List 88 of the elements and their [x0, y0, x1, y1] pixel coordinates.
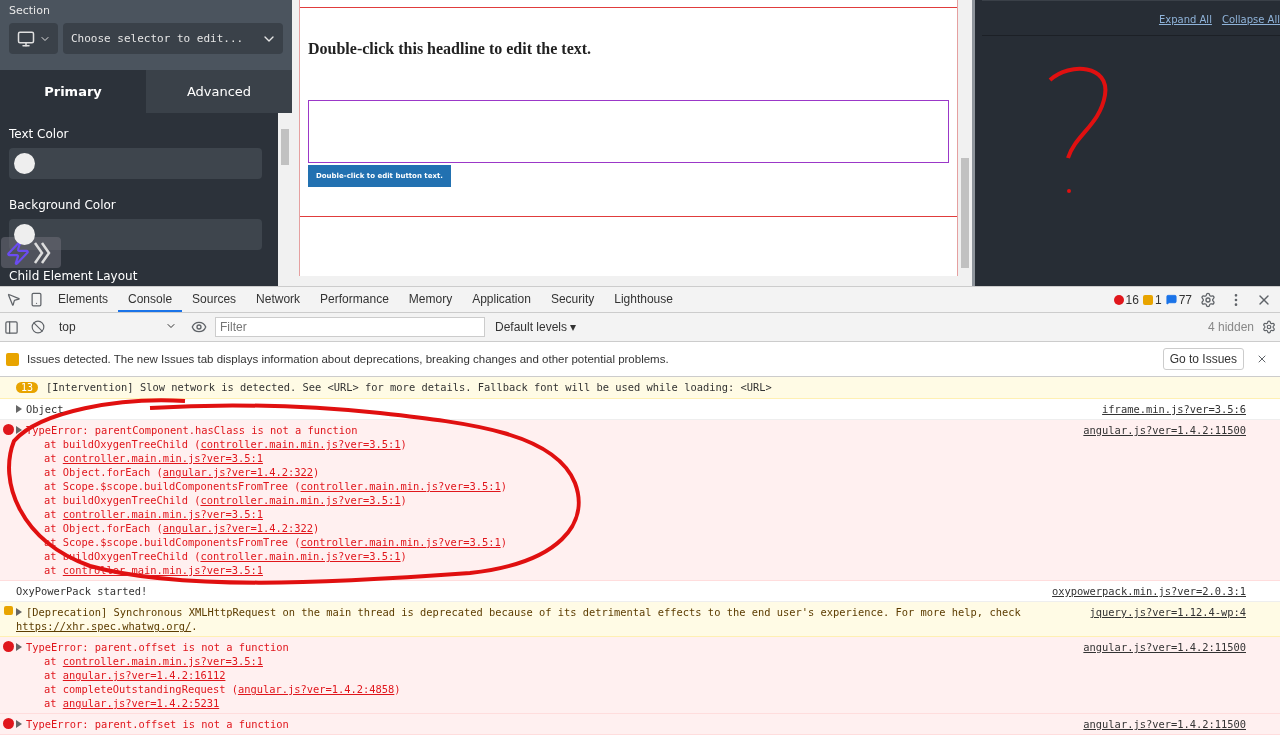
source-link[interactable]: controller.main.min.js?ver=3.5:1	[300, 480, 501, 492]
devtools-tab[interactable]: Sources	[182, 287, 247, 312]
error-icon	[1113, 294, 1124, 305]
message-text: [Intervention] Slow network is detected. See <URL> for more details. Fallback font will be used while loading: <URL>	[46, 381, 772, 393]
source-link[interactable]: controller.main.min.js?ver=3.5:1	[300, 536, 501, 548]
source-link[interactable]: angular.js?ver=1.4.2:4858	[237, 683, 395, 695]
field-label: Background Color	[9, 198, 117, 213]
scrollbar-thumb[interactable]	[281, 129, 289, 165]
source-link[interactable]: angular.js?ver=1.4.2:5231	[62, 697, 220, 709]
empty-container[interactable]	[308, 100, 949, 163]
stack-frame: at Object.forEach (angular.js?ver=1.4.2:322)	[16, 521, 1072, 535]
headline[interactable]: Double-click this headline to edit the text.	[308, 40, 949, 58]
source-link[interactable]: oxypowerpack.min.js?ver=2.0.3:1	[1052, 585, 1246, 597]
issues-text: Issues detected. The new Issues tab displays information about deprecations, breaking changes and other potential problems.	[27, 353, 669, 365]
warning-icon	[6, 352, 19, 366]
expand-icon[interactable]	[16, 608, 22, 616]
devtools-tab[interactable]: Elements	[48, 287, 119, 312]
stack-frame: at angular.js?ver=1.4.2:5231	[16, 696, 1072, 710]
color-field[interactable]	[9, 219, 262, 250]
devtools-tab[interactable]: Memory	[398, 287, 463, 312]
message-text: TypeError: parent.offset is not a function	[26, 718, 289, 730]
expand-icon[interactable]	[16, 643, 22, 651]
color-swatch[interactable]	[14, 153, 35, 174]
color-field[interactable]	[9, 148, 262, 179]
devtools-tab[interactable]: Performance	[310, 287, 399, 312]
expand-icon[interactable]	[16, 720, 22, 728]
error-count[interactable]: 16	[1125, 292, 1139, 307]
source-link[interactable]: angular.js?ver=1.4.2:11500	[1083, 718, 1246, 730]
devtools-tab[interactable]: Lighthouse	[604, 287, 683, 312]
source-link[interactable]: controller.main.min.js?ver=3.5:1	[62, 655, 263, 667]
stack-frame: at completeOutstandingRequest (angular.js?ver=1.4.2:4858)	[16, 682, 1072, 696]
source-link[interactable]: angular.js?ver=1.4.2:16112	[62, 669, 226, 681]
message-link[interactable]: https://xhr.spec.whatwg.org/	[16, 620, 192, 632]
source-link[interactable]: controller.main.min.js?ver=3.5:1	[62, 452, 263, 464]
source-link[interactable]: angular.js?ver=1.4.2:11500	[1083, 424, 1246, 436]
warning-icon	[1142, 294, 1153, 305]
scrollbar-thumb[interactable]	[961, 158, 969, 268]
stack-frame: at controller.main.min.js?ver=3.5:1	[16, 654, 1072, 668]
stack-frame: at angular.js?ver=1.4.2:16112	[16, 668, 1072, 682]
source-link[interactable]: angular.js?ver=1.4.2:11500	[1083, 641, 1246, 653]
field-label: Text Color	[9, 127, 70, 142]
source-link[interactable]: controller.main.min.js?ver=3.5:1	[200, 494, 401, 506]
error-icon	[2, 641, 14, 652]
message-text: https://xhr.spec.whatwg.org/.	[16, 620, 198, 632]
floating-widget[interactable]	[1, 237, 61, 268]
warning-icon	[3, 606, 13, 615]
monitor-icon	[16, 29, 35, 48]
error-icon	[2, 718, 14, 729]
stack-frame: at controller.main.min.js?ver=3.5:1	[16, 507, 1072, 521]
structure-link[interactable]: Expand All	[1158, 13, 1212, 25]
warning-count[interactable]: 1	[1154, 292, 1162, 307]
message-text: [Deprecation] Synchronous XMLHttpRequest on the main thread is deprecated because of its detrimental effects to the end user's experience. For more help, check	[26, 606, 1021, 618]
source-link[interactable]: iframe.min.js?ver=3.5:6	[1102, 403, 1246, 415]
message-text: OxyPowerPack started!	[16, 585, 148, 597]
levels-dropdown[interactable]: Default levels ▾	[489, 319, 583, 335]
source-link[interactable]: angular.js?ver=1.4.2:322	[162, 522, 313, 534]
error-icon	[2, 424, 14, 435]
stack-frame: at Object.forEach (angular.js?ver=1.4.2:322)	[16, 465, 1072, 479]
context-dropdown[interactable]: top	[53, 320, 183, 334]
expand-icon[interactable]	[16, 405, 22, 413]
panel-tab[interactable]: Advanced	[146, 70, 292, 113]
color-swatch[interactable]	[14, 224, 35, 245]
scrollbar[interactable]	[278, 113, 292, 286]
devtools-tab[interactable]: Security	[540, 287, 605, 312]
source-link[interactable]: controller.main.min.js?ver=3.5:1	[62, 508, 263, 520]
stack-frame: at Scope.$scope.buildComponentsFromTree (controller.main.min.js?ver=3.5:1)	[16, 479, 1072, 493]
device-dropdown[interactable]	[9, 23, 58, 54]
source-link[interactable]: controller.main.min.js?ver=3.5:1	[200, 438, 401, 450]
message-count[interactable]: 77	[1178, 292, 1192, 307]
message-text: Object	[26, 403, 64, 415]
devtools-tab[interactable]: Application	[462, 287, 541, 312]
message-text: TypeError: parent.offset is not a function	[26, 641, 289, 653]
section-label: Section	[9, 3, 51, 18]
stack-frame: at buildOxygenTreeChild (controller.main.min.js?ver=3.5:1)	[16, 437, 1072, 451]
source-link[interactable]: angular.js?ver=1.4.2:322	[162, 466, 313, 478]
devtools-tab[interactable]: Network	[246, 287, 311, 312]
stack-frame: at controller.main.min.js?ver=3.5:1	[16, 451, 1072, 465]
go-to-issues-button[interactable]: Go to Issues	[1162, 348, 1244, 370]
source-link[interactable]: controller.main.min.js?ver=3.5:1	[200, 550, 401, 562]
expand-icon[interactable]	[16, 426, 22, 434]
source-link[interactable]: jquery.js?ver=1.12.4-wp:4	[1089, 606, 1246, 618]
filter-field[interactable]: Filter	[215, 317, 485, 337]
selector-dropdown[interactable]: Choose selector to edit...	[63, 23, 283, 54]
field-label: Child Element Layout	[9, 269, 139, 284]
stack-frame: at buildOxygenTreeChild (controller.main.min.js?ver=3.5:1)	[16, 493, 1072, 507]
structure-link[interactable]: Collapse All	[1221, 13, 1280, 25]
message-icon	[1165, 294, 1177, 305]
hidden-count: 4 hidden	[1207, 320, 1254, 334]
